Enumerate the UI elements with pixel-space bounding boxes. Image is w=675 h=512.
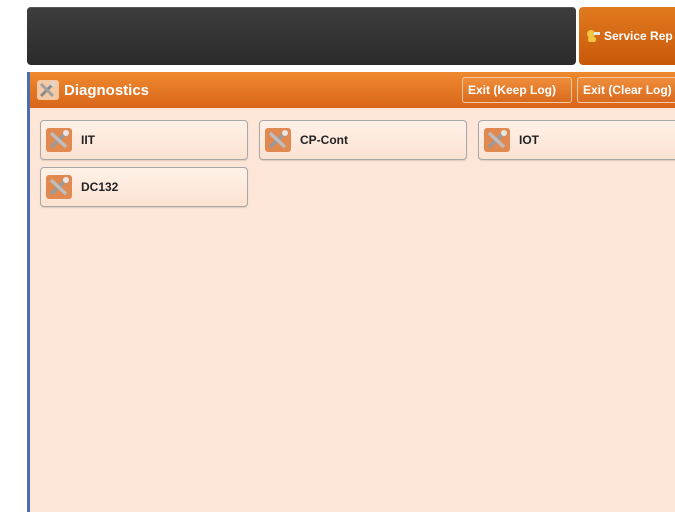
exit-keep-log-button[interactable]: Exit (Keep Log) — [462, 77, 572, 103]
tools-icon — [46, 175, 72, 199]
tile-label: IIT — [81, 133, 95, 147]
tile-label: DC132 — [81, 180, 119, 194]
exit-clear-log-button[interactable]: Exit (Clear Log) — [577, 77, 675, 103]
tools-icon — [46, 128, 72, 152]
tile-label: IOT — [519, 133, 539, 147]
panel-header: Diagnostics Exit (Keep Log) Exit (Clear … — [30, 72, 675, 108]
service-rep-icon — [585, 29, 601, 43]
service-rep-label: Service Rep — [604, 29, 673, 43]
tile-dc132[interactable]: DC132 — [40, 167, 248, 207]
tile-iot[interactable]: IOT — [478, 120, 675, 160]
top-status-bar — [27, 7, 576, 65]
tile-cp-cont[interactable]: CP-Cont — [259, 120, 467, 160]
tile-iit[interactable]: IIT — [40, 120, 248, 160]
exit-keep-log-label: Exit (Keep Log) — [468, 83, 557, 97]
tools-icon — [37, 80, 59, 100]
tools-icon — [484, 128, 510, 152]
diagnostics-panel: Diagnostics Exit (Keep Log) Exit (Clear … — [27, 72, 675, 512]
service-rep-button[interactable]: Service Rep — [579, 7, 675, 65]
exit-clear-log-label: Exit (Clear Log) — [583, 83, 672, 97]
page-title: Diagnostics — [64, 81, 150, 99]
tools-icon — [265, 128, 291, 152]
tile-label: CP-Cont — [300, 133, 348, 147]
